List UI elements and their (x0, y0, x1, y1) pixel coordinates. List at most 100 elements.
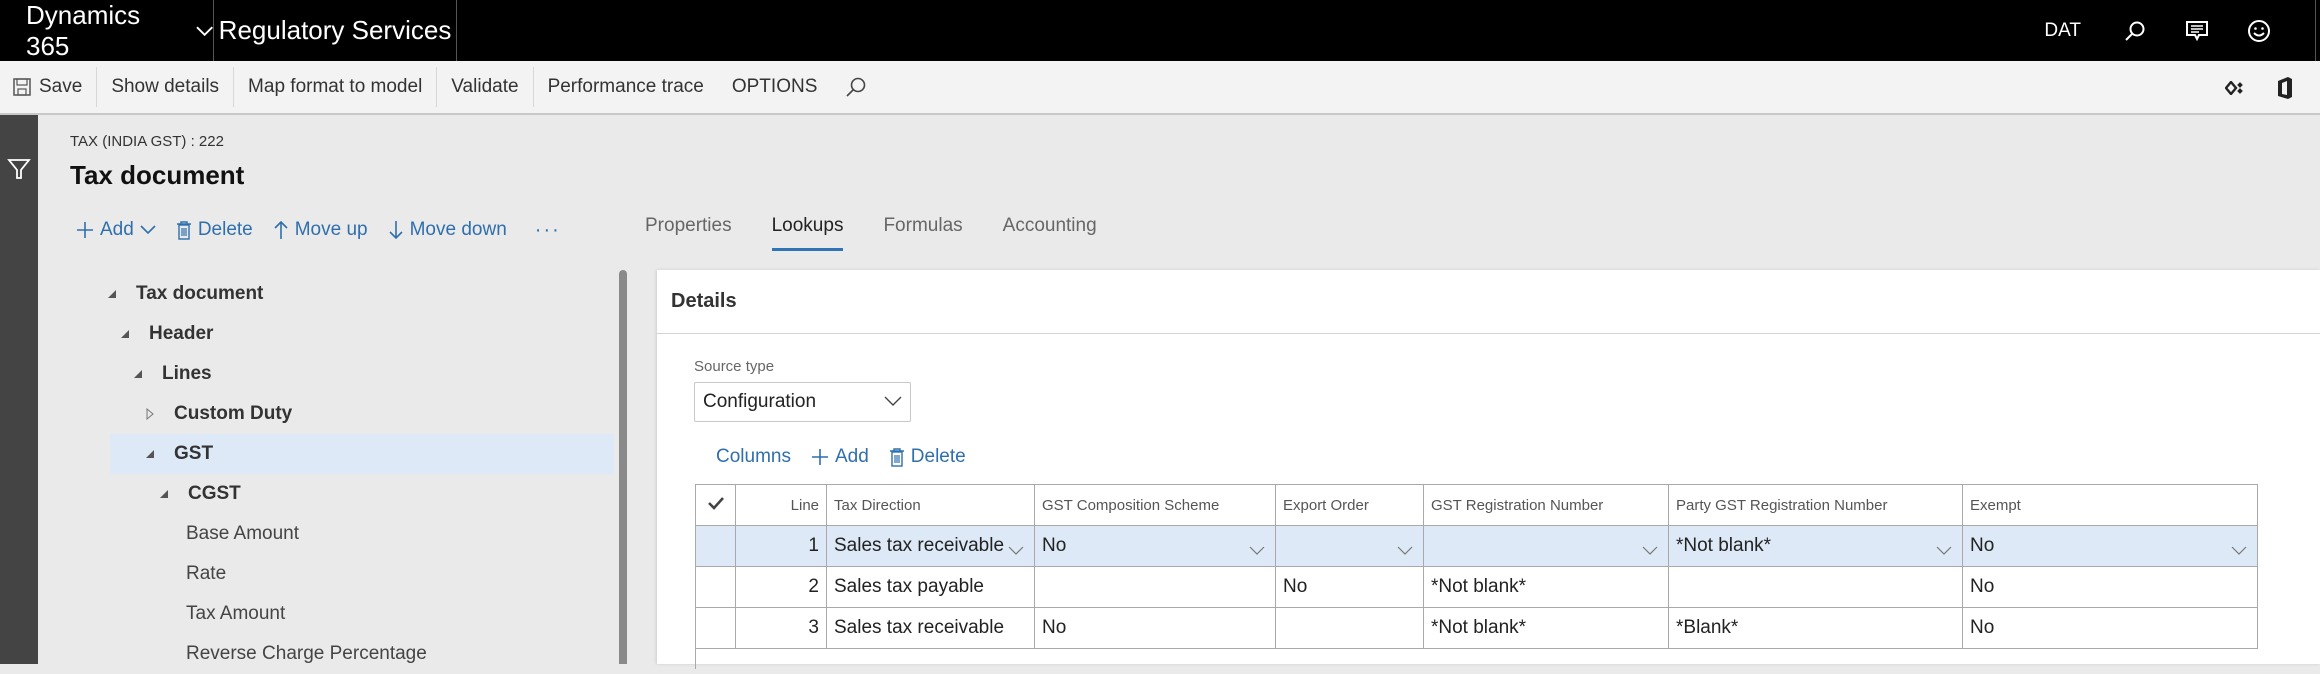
validate-button[interactable]: Validate (437, 67, 534, 107)
map-format-to-model-button[interactable]: Map format to model (234, 67, 438, 107)
cell-line[interactable]: 3 (735, 607, 827, 649)
more-options-button[interactable]: ··· (535, 219, 561, 242)
app-switcher[interactable]: Dynamics 365 (0, 0, 214, 61)
delete-line-button[interactable]: Delete (889, 446, 966, 468)
tab-accounting[interactable]: Accounting (1003, 215, 1097, 251)
tab-formulas[interactable]: Formulas (883, 215, 962, 251)
select-all-checkbox[interactable] (695, 484, 736, 526)
cell-export-order[interactable] (1275, 525, 1424, 567)
expanded-triangle-icon[interactable] (113, 329, 137, 339)
cell-gst-registration-number[interactable]: *Not blank* (1423, 607, 1669, 649)
cell-tax-direction[interactable]: Sales tax payable (826, 566, 1035, 608)
expanded-triangle-icon[interactable] (152, 489, 176, 499)
chevron-down-icon[interactable] (1642, 540, 1658, 562)
tree-node[interactable]: GST (110, 434, 614, 474)
cell-exempt[interactable]: No (1962, 525, 2258, 567)
tree-node[interactable]: CGST (40, 474, 550, 514)
cell-tax-direction[interactable]: Sales tax receivable (826, 525, 1035, 567)
tree-node[interactable]: Tax document (40, 274, 550, 314)
cell-party-gst-registration-number[interactable] (1668, 566, 1963, 608)
tab-properties[interactable]: Properties (645, 215, 732, 251)
smiley-icon[interactable] (2239, 0, 2279, 61)
chevron-down-icon[interactable] (1936, 540, 1952, 562)
chevron-down-icon[interactable] (1008, 540, 1024, 562)
tree-scrollbar[interactable] (619, 270, 627, 664)
cell-value: *Not blank* (1676, 535, 1772, 556)
tree-node[interactable]: Tax Amount (40, 594, 550, 634)
cell-value: Sales tax receivable (834, 535, 1005, 556)
cell-exempt[interactable]: No (1962, 607, 2258, 649)
cell-row-selector[interactable] (695, 566, 736, 608)
feedback-icon[interactable] (2177, 0, 2217, 61)
cell-line[interactable]: 1 (735, 525, 827, 567)
cell-party-gst-registration-number[interactable]: *Blank* (1668, 607, 1963, 649)
cell-export-order[interactable] (1275, 607, 1424, 649)
chevron-down-icon (140, 225, 156, 235)
table-row[interactable]: 1 Sales tax receivable No *Not blank* No (695, 525, 2258, 567)
tree-node-label: Reverse Charge Percentage (186, 643, 427, 664)
cell-exempt[interactable]: No (1962, 566, 2258, 608)
options-button[interactable]: OPTIONS (718, 67, 832, 107)
show-details-button[interactable]: Show details (97, 67, 235, 107)
add-label: Add (100, 219, 134, 240)
cell-gst-composition-scheme[interactable]: No (1034, 607, 1276, 649)
delete-button[interactable]: Delete (176, 219, 253, 241)
chevron-down-icon[interactable] (1397, 540, 1413, 562)
tab-lookups[interactable]: Lookups (771, 215, 844, 251)
columns-label: Columns (716, 446, 791, 467)
search-icon[interactable] (831, 67, 889, 107)
table-row[interactable]: 3 Sales tax receivable No *Not blank* *Blank… (695, 607, 2258, 649)
tree-node[interactable]: Lines (40, 354, 550, 394)
top-nav-bar: Dynamics 365 Regulatory Services DAT (0, 0, 2320, 61)
expanded-triangle-icon[interactable] (138, 449, 162, 459)
collapsed-triangle-icon[interactable] (138, 408, 162, 420)
columns-button[interactable]: Columns (716, 446, 791, 468)
cell-row-selector[interactable] (695, 525, 736, 567)
column-header-line[interactable]: Line (735, 484, 827, 526)
column-header-export-order[interactable]: Export Order (1275, 484, 1424, 526)
tree-node[interactable]: Base Amount (40, 514, 550, 554)
table-row[interactable]: 2 Sales tax payable No *Not blank* No (695, 566, 2258, 608)
connector-icon[interactable] (2220, 61, 2250, 115)
column-header-exempt[interactable]: Exempt (1962, 484, 2258, 526)
cell-gst-registration-number[interactable]: *Not blank* (1423, 566, 1669, 608)
chevron-down-icon[interactable] (2231, 540, 2247, 562)
cell-gst-registration-number[interactable] (1423, 525, 1669, 567)
tree-node[interactable]: Rate (40, 554, 550, 594)
tree-node-label: Header (149, 323, 214, 344)
move-down-button[interactable]: Move down (388, 219, 507, 241)
expanded-triangle-icon[interactable] (100, 289, 124, 299)
move-up-button[interactable]: Move up (273, 219, 368, 241)
office-icon[interactable] (2270, 61, 2300, 115)
performance-trace-button[interactable]: Performance trace (534, 67, 718, 107)
cell-row-selector[interactable] (695, 607, 736, 649)
company-picker[interactable]: DAT (2044, 20, 2081, 42)
add-button[interactable]: Add (76, 219, 156, 241)
chevron-down-icon[interactable] (1249, 540, 1265, 562)
grid-action-bar: Columns Add Delete (716, 442, 986, 472)
add-line-label: Add (834, 446, 869, 467)
tree-node[interactable]: Custom Duty (40, 394, 550, 434)
module-name: Regulatory Services (214, 0, 457, 61)
column-header-gst-composition-scheme[interactable]: GST Composition Scheme (1034, 484, 1276, 526)
cell-gst-composition-scheme[interactable]: No (1034, 525, 1276, 567)
add-line-button[interactable]: Add (811, 446, 869, 468)
source-type-select[interactable]: Configuration (694, 382, 911, 422)
expanded-triangle-icon[interactable] (126, 369, 150, 379)
tree-node[interactable]: Header (40, 314, 550, 354)
chevron-down-icon (196, 25, 213, 36)
save-button[interactable]: Save (0, 67, 98, 107)
filter-icon[interactable] (7, 157, 31, 181)
column-header-tax-direction[interactable]: Tax Direction (826, 484, 1035, 526)
cell-tax-direction[interactable]: Sales tax receivable (826, 607, 1035, 649)
column-header-gst-registration-number[interactable]: GST Registration Number (1423, 484, 1669, 526)
tree-node[interactable]: Reverse Charge Percentage (40, 634, 550, 674)
cell-party-gst-registration-number[interactable]: *Not blank* (1668, 525, 1963, 567)
tree-node-label: Base Amount (186, 523, 300, 544)
cell-line[interactable]: 2 (735, 566, 827, 608)
column-header-party-gst-registration-number[interactable]: Party GST Registration Number (1668, 484, 1963, 526)
cell-gst-composition-scheme[interactable] (1034, 566, 1276, 608)
details-header[interactable]: Details (657, 270, 2320, 334)
search-icon[interactable] (2115, 0, 2155, 61)
cell-export-order[interactable]: No (1275, 566, 1424, 608)
